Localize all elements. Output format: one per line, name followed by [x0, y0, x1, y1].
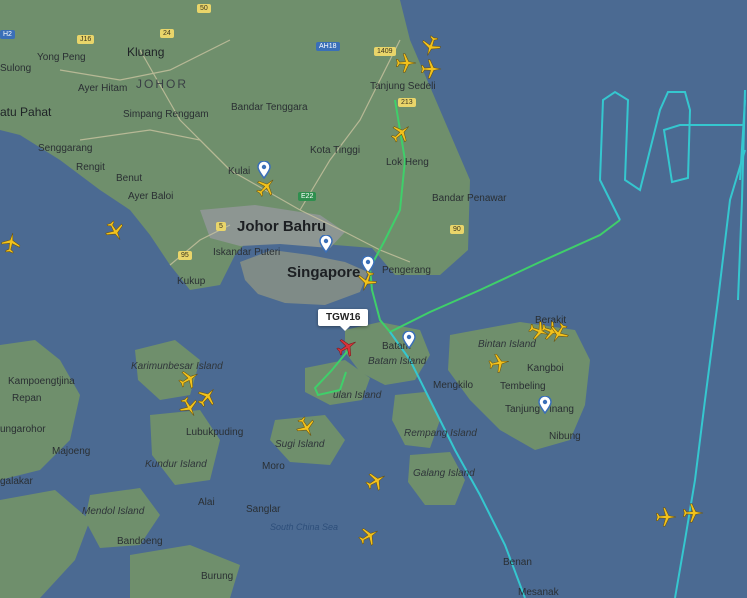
place-simpang-renggam: Simpang Renggam: [123, 109, 209, 120]
aircraft-icon[interactable]: [548, 322, 570, 344]
aircraft-icon[interactable]: [682, 502, 704, 524]
place-singapore: Singapore: [287, 264, 361, 281]
place-sanglar: Sanglar: [246, 504, 281, 515]
selected-aircraft-icon[interactable]: [336, 336, 358, 358]
place-kulai: Kulai: [228, 166, 251, 177]
place-repan: Repan: [12, 393, 42, 404]
sea-label-south-china-sea: South China Sea: [270, 522, 339, 532]
road-shield-24: 24: [160, 29, 174, 38]
place-ayer-baloi: Ayer Baloi: [128, 191, 174, 202]
place-ayer-hitam: Ayer Hitam: [78, 83, 128, 94]
road-shield-ah18: AH18: [316, 42, 340, 51]
place-kota-tinggi: Kota Tinggi: [310, 145, 361, 156]
place-mendol-island: Mendol Island: [82, 506, 145, 517]
location-pin-icon[interactable]: [402, 331, 416, 349]
place-sugi-island: Sugi Island: [275, 439, 325, 450]
aircraft-icon[interactable]: [488, 352, 510, 374]
place-yong-peng: Yong Peng: [37, 52, 86, 63]
aircraft-icon[interactable]: [104, 220, 126, 242]
place-kukup: Kukup: [177, 276, 206, 287]
place-rempang-island: Rempang Island: [404, 428, 477, 439]
place-ungarohor: ungarohor: [0, 424, 46, 435]
place-kluang: Kluang: [127, 45, 165, 59]
place-lok-heng: Lok Heng: [386, 157, 429, 168]
location-pin-icon[interactable]: [538, 396, 552, 414]
aircraft-icon[interactable]: [365, 470, 387, 492]
place-tembeling: Tembeling: [500, 381, 546, 392]
place-lubukpuding: Lubukpuding: [186, 427, 244, 438]
place-kangboi: Kangboi: [527, 363, 564, 374]
place-mengkilo: Mengkilo: [433, 380, 474, 391]
place-benan: Benan: [503, 557, 532, 568]
road-shield-h2: H2: [0, 30, 15, 39]
place-senggarang: Senggarang: [38, 143, 93, 154]
road-shield-5: 5: [216, 222, 226, 231]
road-shield-1409: 1409: [374, 47, 396, 56]
place-benut: Benut: [116, 173, 143, 184]
aircraft-icon[interactable]: [295, 416, 317, 438]
aircraft-icon[interactable]: [356, 270, 378, 292]
region-label-johor: JOHOR: [136, 77, 188, 91]
place-moro: Moro: [262, 461, 285, 472]
aircraft-icon[interactable]: [358, 525, 380, 547]
place-kampoengtjina: Kampoengtjina: [8, 376, 75, 387]
road-shield-90: 90: [450, 225, 464, 234]
place-burung: Burung: [201, 571, 234, 582]
place-bulan-island: ulan Island: [333, 390, 382, 401]
place-bandar-penawar: Bandar Penawar: [432, 193, 507, 204]
road-shield-e22: E22: [298, 192, 317, 201]
place-bandar-tenggara: Bandar Tenggara: [231, 102, 308, 113]
place-majoeng: Majoeng: [52, 446, 91, 457]
place-alai: Alai: [198, 497, 215, 508]
place-batu-pahat: atu Pahat: [0, 105, 52, 119]
place-mesanak: Mesanak: [518, 587, 559, 598]
aircraft-icon[interactable]: [178, 396, 200, 418]
aircraft-icon[interactable]: [655, 506, 677, 528]
place-karimunbesar-island: Karimunbesar Island: [131, 361, 223, 372]
place-rengit: Rengit: [76, 162, 105, 173]
road-shield-50: 50: [197, 4, 211, 13]
flight-callsign-label[interactable]: TGW16: [318, 309, 369, 331]
place-iskandar-puteri: Iskandar Puteri: [213, 247, 281, 258]
place-tanjung-sedeli: Tanjung Sedeli: [370, 81, 436, 92]
aircraft-icon[interactable]: [390, 122, 412, 144]
road-shield-95: 95: [178, 251, 192, 260]
place-pengerang: Pengerang: [382, 265, 431, 276]
aircraft-icon[interactable]: [420, 58, 442, 80]
place-nibung: Nibung: [549, 431, 581, 442]
aircraft-icon[interactable]: [420, 35, 442, 57]
place-kundur-island: Kundur Island: [145, 459, 207, 470]
location-pin-icon[interactable]: [319, 235, 333, 253]
road-shield-j16: J16: [77, 35, 95, 44]
aircraft-icon[interactable]: [395, 52, 417, 74]
flight-map[interactable]: JOHOR Kluang Yong Peng Sulong Ayer Hitam…: [0, 0, 747, 598]
place-sulong: Sulong: [0, 63, 32, 74]
place-galakar: galakar: [0, 476, 33, 487]
place-bandoeng: Bandoeng: [117, 536, 163, 547]
place-batam-island: Batam Island: [368, 356, 427, 367]
aircraft-icon[interactable]: [255, 176, 277, 198]
road-shield-213: 213: [398, 98, 416, 107]
place-galang-island: Galang Island: [413, 468, 475, 479]
place-johor-bahru: Johor Bahru: [237, 218, 327, 235]
aircraft-icon[interactable]: [0, 232, 22, 254]
